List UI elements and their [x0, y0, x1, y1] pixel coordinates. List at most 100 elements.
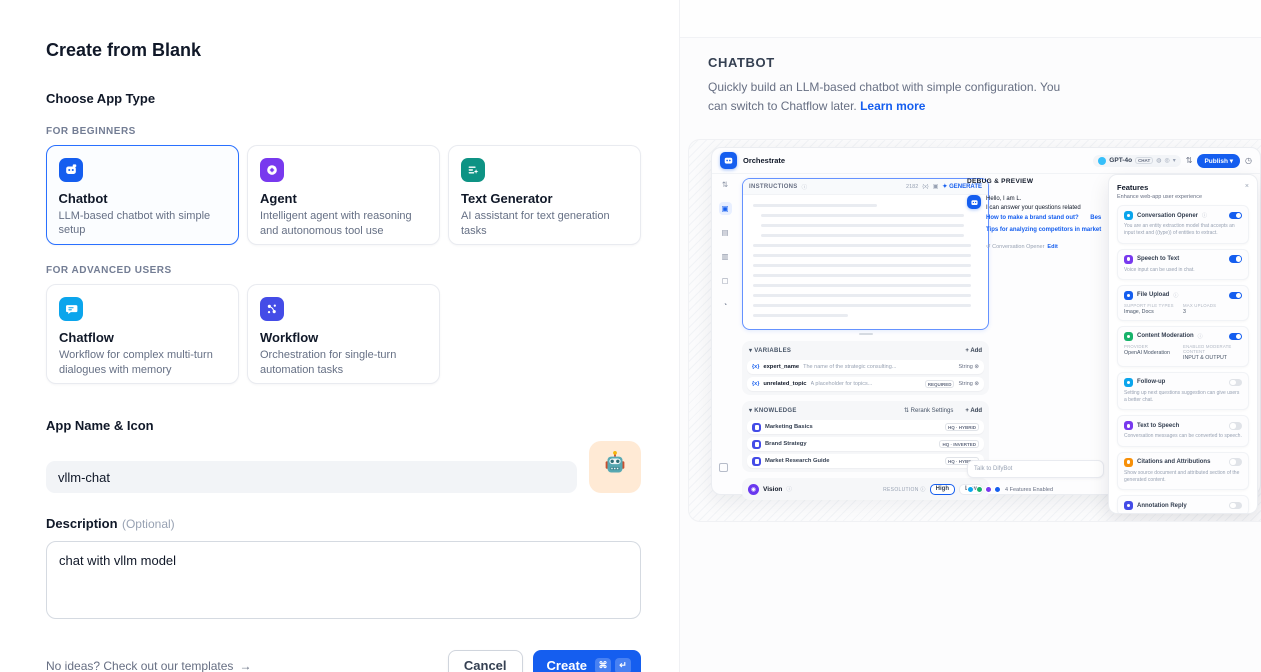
description-label: Description: [46, 516, 118, 531]
app-icon-picker[interactable]: [589, 441, 641, 493]
app-type-card-chatbot[interactable]: Chatbot LLM-based chatbot with simple se…: [46, 145, 239, 245]
variable-row: {x} unrelated_topic A placeholder for to…: [747, 377, 984, 391]
beginner-type-cards: Chatbot LLM-based chatbot with simple se…: [46, 145, 641, 245]
knowledge-row: Brand Strategy HQ · INVERTED: [747, 437, 984, 451]
toggle-off: [1229, 422, 1242, 430]
feature-desc: Setting up next questions suggestion can…: [1124, 390, 1242, 405]
chatbot-icon: [59, 158, 83, 182]
chatbot-preview-image: Orchestrate GPT-4o CHAT ◍ ◎ ▾ ⇅: [688, 139, 1261, 522]
content-moderation-icon: [1124, 332, 1133, 341]
chat-placeholder: Talk to DifyBot: [974, 466, 1012, 472]
chevron-down-icon: ▾: [1173, 157, 1176, 164]
resize-handle: [859, 333, 873, 335]
feature-dot-icon: [985, 486, 992, 493]
variable-token-icon: {x}: [752, 381, 759, 387]
meta-label: SUPPORT FILE TYPES: [1124, 303, 1183, 308]
app-name-row: [46, 441, 641, 493]
vision-label: Vision: [763, 486, 782, 493]
card-desc: Orchestration for single-turn automation…: [260, 348, 427, 377]
history-icon: ◷: [1245, 156, 1252, 165]
description-label-row: Description (Optional): [46, 515, 641, 533]
preview-vision-row: ◉ Vision ⓘ RESOLUTION ⓘ High Low: [742, 478, 989, 500]
resolution-label: RESOLUTION ⓘ: [883, 486, 926, 493]
feature-name: Text to Speech: [1137, 423, 1179, 429]
card-title: Agent: [260, 191, 427, 206]
chatflow-icon: [59, 297, 83, 321]
variable-token-icon: {x}: [922, 184, 928, 190]
preview-config-column: INSTRUCTIONS ⓘ 2182 {x} ▣ ✦ GENERATE: [742, 178, 989, 500]
app-type-card-workflow[interactable]: Workflow Orchestration for single-turn a…: [247, 284, 440, 384]
follow-up-icon: [1124, 378, 1133, 387]
features-enabled-text: 4 Features Enabled: [1005, 487, 1053, 493]
info-icon: ⓘ: [1173, 292, 1178, 299]
feature-desc: Show source document and attributed sect…: [1124, 470, 1242, 485]
advanced-type-cards: Chatflow Workflow for complex multi-turn…: [46, 284, 641, 384]
toggle-on: [1229, 255, 1242, 263]
knowledge-name: Brand Strategy: [765, 441, 935, 447]
knowledge-row: Market Research Guide HQ · HYBRID: [747, 454, 984, 468]
arrow-right-icon: →: [239, 659, 251, 672]
feature-desc: Voice input can be used in chat.: [1124, 267, 1242, 274]
app-type-card-chatflow[interactable]: Chatflow Workflow for complex multi-turn…: [46, 284, 239, 384]
image-nav-icon: ▤: [719, 226, 732, 239]
preview-header: Orchestrate GPT-4o CHAT ◍ ◎ ▾ ⇅: [712, 148, 1260, 174]
page-title: Create from Blank: [46, 40, 641, 61]
templates-link[interactable]: No ideas? Check out our templates →: [46, 659, 251, 672]
variable-desc: The name of the strategic consulting...: [803, 364, 954, 370]
app-type-card-agent[interactable]: Agent Intelligent agent with reasoning a…: [247, 145, 440, 245]
learn-more-link[interactable]: Learn more: [860, 99, 925, 113]
card-title: Text Generator: [461, 191, 628, 206]
app-name-input[interactable]: [46, 461, 577, 493]
for-advanced-label: FOR ADVANCED USERS: [46, 265, 641, 276]
suggestion-link-cut: Bes: [1090, 213, 1101, 224]
app-type-info-pane: CHATBOT Quickly build an LLM-based chatb…: [679, 0, 1261, 672]
preview-debug-column: DEBUG & PREVIEW Hello, I am L. I can ans…: [967, 178, 1104, 494]
variables-label: ▾ VARIABLES: [749, 347, 791, 354]
info-icon: ⓘ: [786, 485, 792, 493]
features-subtitle: Enhance web-app user experience: [1117, 194, 1202, 200]
document-icon: [752, 423, 761, 432]
required-badge: REQUIRED: [925, 380, 955, 388]
card-title: Workflow: [260, 330, 427, 345]
document-icon: [752, 457, 761, 466]
meta-value: OpenAI Moderation: [1124, 350, 1183, 356]
modal-footer: No ideas? Check out our templates → Canc…: [46, 650, 641, 672]
settings-nav-icon: ◔: [719, 298, 732, 311]
vision-icon: ◉: [748, 484, 759, 495]
orchestrate-nav-icon: ▣: [719, 202, 732, 215]
annotation-reply-icon: [1124, 501, 1133, 510]
model-settings-icon: ◎: [1164, 157, 1169, 164]
toggle-off: [1229, 502, 1242, 510]
feature-item: Speech to Text Voice input can be used i…: [1117, 249, 1249, 280]
feature-dot-icon: [976, 486, 983, 493]
feature-name: Follow-up: [1137, 379, 1165, 385]
info-icon: ⓘ: [1202, 212, 1207, 219]
feature-item: File Upload ⓘ SUPPORT FILE TYPES Image, …: [1117, 285, 1249, 321]
suggestion-link: How to make a brand stand out?: [986, 213, 1079, 224]
model-provider-icon: [1098, 157, 1106, 165]
preview-app-window: Orchestrate GPT-4o CHAT ◍ ◎ ▾ ⇅: [711, 147, 1261, 495]
feature-name: File Upload: [1137, 292, 1169, 298]
features-enabled-row: 4 Features Enabled: [967, 486, 1053, 493]
variable-row: {x} expert_name The name of the strategi…: [747, 360, 984, 374]
create-form-pane: Create from Blank Choose App Type FOR BE…: [0, 0, 679, 672]
info-pane-top-strip: [680, 0, 1261, 38]
tune-icon: ⇅: [1186, 156, 1193, 165]
description-textarea[interactable]: chat with vllm model: [46, 541, 641, 619]
feature-item: Conversation Opener ⓘ You are an entity …: [1117, 205, 1249, 244]
file-upload-icon: [1124, 291, 1133, 300]
features-title: Features: [1117, 183, 1202, 192]
feature-item: Content Moderation ⓘ PROVIDER OpenAI Mod…: [1117, 326, 1249, 367]
meta-value: Image, Docs: [1124, 309, 1183, 315]
feature-name: Content Moderation: [1137, 333, 1194, 339]
info-heading: CHATBOT: [708, 55, 1233, 70]
meta-label: MAX UPLOADS: [1183, 303, 1242, 308]
create-app-modal: Create from Blank Choose App Type FOR BE…: [0, 0, 1261, 672]
resolution-high-chip: High: [930, 484, 955, 495]
model-temp-icon: ◍: [1156, 157, 1161, 164]
model-mode-badge: CHAT: [1135, 157, 1153, 164]
app-type-card-text-generator[interactable]: Text Generator AI assistant for text gen…: [448, 145, 641, 245]
cmd-key-icon: ⌘: [595, 658, 611, 672]
cancel-button[interactable]: Cancel: [448, 650, 523, 672]
create-button[interactable]: Create ⌘ ↵: [533, 650, 641, 672]
